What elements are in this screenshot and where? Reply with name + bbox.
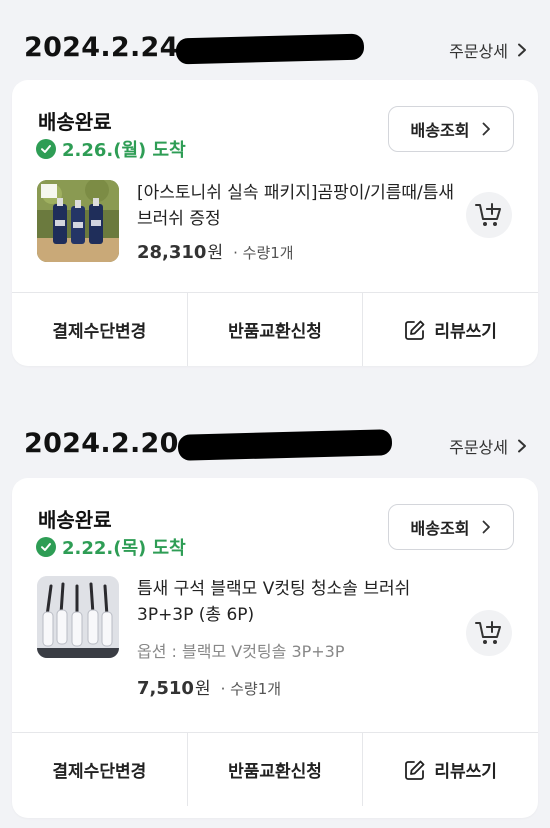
redacted-order-number (177, 429, 393, 461)
product-price: 28,310 (137, 242, 207, 263)
order-group: 2024.2.20 주문상세 (0, 424, 550, 464)
change-payment-label: 결제수단변경 (52, 762, 147, 782)
product-name[interactable]: 틈새 구석 블랙모 V컷팅 청소솔 브러쉬 3P+3P (총 6P) (137, 576, 467, 628)
price-currency: 원 (207, 243, 224, 263)
chevron-right-icon (518, 43, 526, 57)
price-currency: 원 (194, 679, 211, 699)
chevron-right-icon (483, 520, 491, 534)
order-actions: 결제수단변경 반품교환신청 리뷰쓰기 (12, 292, 538, 366)
order-detail-label: 주문상세 (449, 42, 508, 61)
arrival-date: 2.22.(목) 도착 (62, 538, 186, 559)
product-option: 옵션 : 블랙모 V컷팅솔 3P+3P (137, 642, 345, 661)
write-review-label: 리뷰쓰기 (434, 762, 497, 782)
cart-plus-icon (475, 621, 501, 644)
product-quantity: · 수량1개 (220, 680, 282, 698)
order-group-header: 2024.2.24 주문상세 (0, 28, 550, 68)
order-detail-link[interactable]: 주문상세 (449, 38, 528, 62)
order-detail-link[interactable]: 주문상세 (449, 434, 528, 458)
change-payment-button[interactable]: 결제수단변경 (12, 293, 187, 366)
order-group-header: 2024.2.20 주문상세 (0, 424, 550, 464)
check-circle-icon (36, 537, 56, 557)
write-review-button[interactable]: 리뷰쓰기 (362, 293, 538, 366)
return-exchange-label: 반품교환신청 (228, 762, 322, 782)
track-delivery-label: 배송조회 (410, 121, 470, 140)
add-to-cart-button[interactable] (466, 610, 512, 656)
product-thumbnail[interactable] (37, 576, 119, 658)
order-card: 배송완료 2.26.(월) 도착 배송조회 [아스토니쉬 실속 패키지]곰팡이/… (12, 80, 538, 366)
arrival-date: 2.26.(월) 도착 (62, 140, 186, 161)
chevron-right-icon (518, 439, 526, 453)
order-group: 2024.2.24 주문상세 (0, 28, 550, 68)
write-review-label: 리뷰쓰기 (434, 322, 497, 342)
order-date: 2024.2.20 (24, 428, 179, 459)
order-date: 2024.2.24 (24, 32, 179, 63)
cart-plus-icon (475, 203, 501, 226)
price-line: 28,310 원 · 수량1개 (137, 238, 294, 263)
add-to-cart-button[interactable] (466, 192, 512, 238)
order-actions: 결제수단변경 반품교환신청 리뷰쓰기 (12, 732, 538, 806)
product-price: 7,510 (137, 678, 194, 699)
product-thumbnail[interactable] (37, 180, 119, 262)
arrival-info: 2.26.(월) 도착 (36, 136, 186, 162)
order-detail-label: 주문상세 (449, 438, 508, 457)
delivery-status: 배송완료 (38, 508, 112, 532)
return-exchange-button[interactable]: 반품교환신청 (186, 293, 363, 366)
change-payment-button[interactable]: 결제수단변경 (12, 733, 187, 806)
return-exchange-button[interactable]: 반품교환신청 (186, 733, 363, 806)
product-quantity: · 수량1개 (233, 244, 294, 262)
order-card: 배송완료 2.22.(목) 도착 배송조회 틈새 구석 블랙모 V컷팅 청소솔 … (12, 478, 538, 818)
return-exchange-label: 반품교환신청 (228, 322, 322, 342)
product-name[interactable]: [아스토니쉬 실속 패키지]곰팡이/기름때/틈새브러쉬 증정 (137, 180, 457, 232)
track-delivery-button[interactable]: 배송조회 (388, 106, 514, 152)
order-history-page: 2024.2.24 주문상세 배송완료 2.26.(월) 도착 배송조회 [아스… (0, 0, 550, 828)
edit-icon (405, 760, 425, 780)
price-line: 7,510 원 · 수량1개 (137, 674, 281, 699)
arrival-info: 2.22.(목) 도착 (36, 534, 186, 560)
redacted-order-number (175, 33, 365, 65)
track-delivery-button[interactable]: 배송조회 (388, 504, 514, 550)
track-delivery-label: 배송조회 (410, 519, 470, 538)
delivery-status: 배송완료 (38, 110, 112, 134)
edit-icon (405, 320, 425, 340)
check-circle-icon (36, 139, 56, 159)
chevron-right-icon (483, 122, 491, 136)
write-review-button[interactable]: 리뷰쓰기 (362, 733, 538, 806)
change-payment-label: 결제수단변경 (52, 322, 147, 342)
